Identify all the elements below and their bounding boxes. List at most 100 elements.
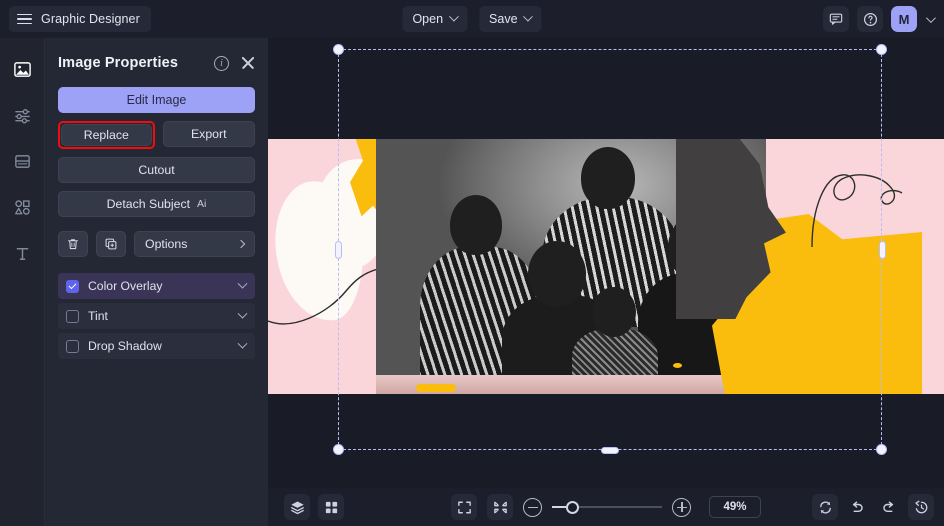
collapse-icon xyxy=(493,501,507,513)
image-properties-panel: Image Properties i Edit Image Replace Ex… xyxy=(45,38,268,526)
sidebar-item-layout[interactable] xyxy=(7,146,37,176)
sync-icon xyxy=(819,501,831,513)
options-button[interactable]: Options xyxy=(134,231,255,257)
history-icon xyxy=(914,500,927,513)
text-icon xyxy=(16,247,28,260)
resize-handle-bottom-right[interactable] xyxy=(876,444,887,455)
checkbox-color-overlay[interactable] xyxy=(66,279,79,293)
chevron-down-icon[interactable] xyxy=(237,338,248,349)
panel-tools-row: Options xyxy=(58,231,255,257)
comment-button[interactable] xyxy=(823,6,849,32)
zoom-slider-fill xyxy=(552,506,566,508)
shapes-icon xyxy=(14,199,30,215)
redo-button[interactable] xyxy=(876,494,902,520)
page-title: Image Properties xyxy=(58,55,179,71)
layers-button[interactable] xyxy=(284,494,310,520)
open-button[interactable]: Open xyxy=(402,6,468,32)
checkbox-drop-shadow[interactable] xyxy=(66,339,79,353)
shrink-button[interactable] xyxy=(487,494,513,520)
app-window: Graphic Designer Open Save M Image Prope… xyxy=(0,0,944,526)
help-circle-icon xyxy=(863,12,877,26)
export-button[interactable]: Export xyxy=(162,121,255,147)
duplicate-button[interactable] xyxy=(96,231,126,257)
duplicate-icon xyxy=(105,238,117,250)
hamburger-icon[interactable] xyxy=(17,13,32,25)
app-brand[interactable]: Graphic Designer xyxy=(9,6,151,32)
canvas-area[interactable] xyxy=(268,38,944,488)
options-label: Options xyxy=(145,237,188,251)
save-label: Save xyxy=(489,12,518,26)
redo-icon xyxy=(883,501,894,512)
resize-handle-bottom[interactable] xyxy=(601,446,619,454)
zoom-slider-knob[interactable] xyxy=(566,500,579,514)
resize-handle-bottom-left[interactable] xyxy=(333,444,344,455)
tool-rail xyxy=(0,38,45,526)
grid-button[interactable] xyxy=(318,494,344,520)
chevron-down-icon[interactable] xyxy=(237,308,248,319)
zoom-slider[interactable] xyxy=(552,500,662,514)
info-icon[interactable]: i xyxy=(214,55,229,71)
effect-row-drop-shadow[interactable]: Drop Shadow xyxy=(58,333,255,359)
avatar[interactable]: M xyxy=(891,6,917,32)
history-button[interactable] xyxy=(908,494,934,520)
comment-icon xyxy=(829,13,843,25)
fit-screen-button[interactable] xyxy=(451,494,477,520)
chevron-down-icon[interactable] xyxy=(925,12,936,23)
effect-label: Tint xyxy=(88,309,108,323)
grid-icon xyxy=(325,501,337,513)
bottom-left-actions xyxy=(284,494,344,520)
resize-handle-top-left[interactable] xyxy=(333,44,344,55)
chevron-down-icon xyxy=(523,11,533,22)
undo-button[interactable] xyxy=(844,494,870,520)
zoom-in-button[interactable] xyxy=(672,497,691,517)
sidebar-item-text[interactable] xyxy=(7,238,37,268)
layers-icon xyxy=(290,501,304,514)
delete-button[interactable] xyxy=(58,231,88,257)
help-button[interactable] xyxy=(857,6,883,32)
effects-list: Color Overlay Tint Drop Shadow xyxy=(58,273,255,359)
top-bar: Graphic Designer Open Save M xyxy=(0,0,944,38)
effect-row-color-overlay[interactable]: Color Overlay xyxy=(58,273,255,299)
effect-label: Color Overlay xyxy=(88,279,163,293)
fit-screen-icon xyxy=(457,501,471,513)
ai-badge: Ai xyxy=(197,198,207,210)
chevron-down-icon xyxy=(448,11,459,22)
open-label: Open xyxy=(412,12,444,26)
detach-subject-button[interactable]: Detach Subject Ai xyxy=(58,191,255,217)
bottom-right-actions xyxy=(812,494,934,520)
replace-highlight: Replace xyxy=(58,121,155,149)
sidebar-item-shapes[interactable] xyxy=(7,192,37,222)
bottom-bar: 49% xyxy=(268,488,944,526)
sliders-icon xyxy=(14,108,30,123)
panel-header-actions: i xyxy=(214,55,255,71)
effect-label: Drop Shadow xyxy=(88,339,162,353)
app-title: Graphic Designer xyxy=(41,12,140,26)
resize-handle-top-right[interactable] xyxy=(876,44,887,55)
refresh-button[interactable] xyxy=(812,494,838,520)
checkbox-tint[interactable] xyxy=(66,309,79,323)
panel-header: Image Properties i xyxy=(58,55,255,71)
replace-export-row: Replace Export xyxy=(58,121,255,149)
selection-box[interactable] xyxy=(333,44,887,455)
resize-handle-right[interactable] xyxy=(878,240,886,259)
top-right-actions: M xyxy=(823,0,936,38)
save-button[interactable]: Save xyxy=(479,6,542,32)
zoom-controls: 49% xyxy=(451,494,761,520)
resize-handle-left[interactable] xyxy=(334,240,342,259)
top-center-actions: Open Save xyxy=(402,6,542,32)
replace-button[interactable]: Replace xyxy=(61,124,152,146)
undo-icon xyxy=(852,501,863,512)
trash-icon xyxy=(68,239,78,250)
zoom-level[interactable]: 49% xyxy=(709,496,761,518)
image-icon xyxy=(13,61,31,77)
chevron-right-icon xyxy=(236,239,246,249)
sidebar-item-image[interactable] xyxy=(7,54,37,84)
effect-row-tint[interactable]: Tint xyxy=(58,303,255,329)
close-icon[interactable] xyxy=(241,56,255,70)
detach-subject-label: Detach Subject xyxy=(106,197,191,211)
chevron-down-icon[interactable] xyxy=(237,278,248,289)
sidebar-item-adjust[interactable] xyxy=(7,100,37,130)
zoom-out-button[interactable] xyxy=(523,497,542,517)
edit-image-button[interactable]: Edit Image xyxy=(58,87,255,113)
cutout-button[interactable]: Cutout xyxy=(58,157,255,183)
